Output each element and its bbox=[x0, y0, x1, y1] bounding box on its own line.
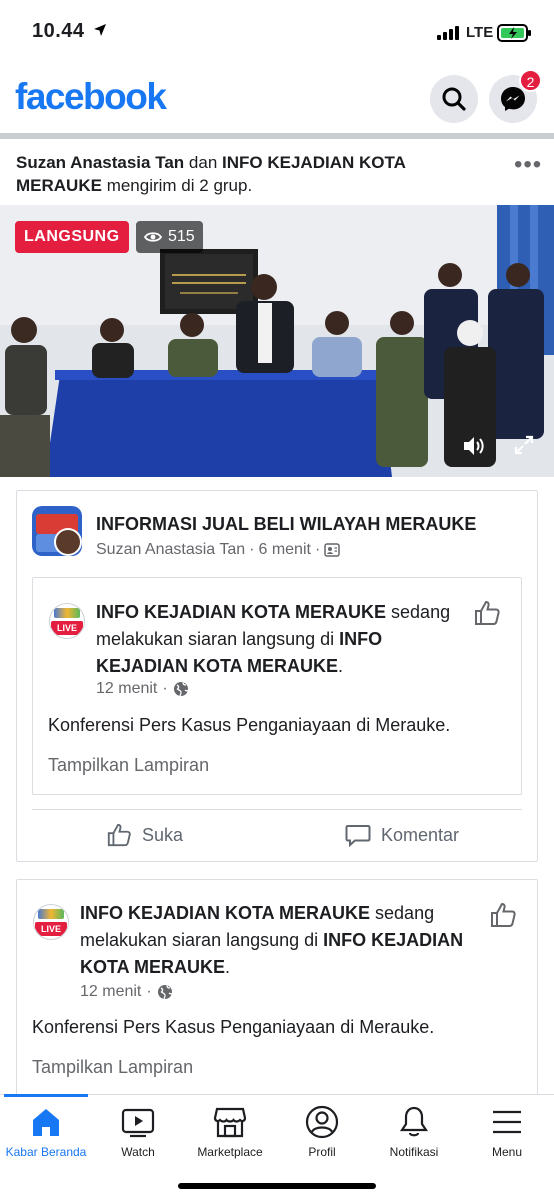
actor-name[interactable]: Suzan Anastasia Tan bbox=[16, 153, 184, 172]
comment-button[interactable]: Komentar bbox=[345, 822, 459, 848]
group-avatar[interactable] bbox=[32, 506, 84, 558]
tab-home[interactable]: Kabar Beranda bbox=[1, 1105, 91, 1159]
post-author[interactable]: Suzan Anastasia Tan bbox=[96, 541, 245, 559]
eye-icon bbox=[144, 232, 162, 242]
menu-icon bbox=[493, 1110, 521, 1134]
tab-label: Notifikasi bbox=[389, 1145, 439, 1159]
bell-icon bbox=[399, 1106, 429, 1137]
active-tab-indicator bbox=[4, 1094, 88, 1097]
like-label: Suka bbox=[142, 824, 184, 845]
tab-label: Kabar Beranda bbox=[5, 1145, 87, 1159]
home-indicator bbox=[178, 1183, 376, 1189]
tab-label: Watch bbox=[121, 1145, 155, 1159]
show-attachment-link[interactable]: Tampilkan Lampiran bbox=[32, 1057, 193, 1078]
group-audience-icon bbox=[324, 543, 341, 557]
search-icon bbox=[442, 87, 466, 111]
like-icon[interactable] bbox=[489, 901, 517, 934]
tab-menu[interactable]: Menu bbox=[462, 1105, 552, 1159]
shared-post-text: INFO KEJADIAN KOTA MERAUKE sedang melaku… bbox=[96, 602, 451, 676]
share-header: Suzan Anastasia Tan dan INFO KEJADIAN KO… bbox=[16, 151, 486, 197]
marketplace-icon bbox=[213, 1107, 247, 1138]
header-divider bbox=[0, 133, 554, 139]
location-arrow-icon bbox=[93, 23, 107, 42]
battery-icon bbox=[497, 23, 533, 48]
live-tag: LIVE bbox=[35, 922, 67, 936]
tab-profile[interactable]: Profil bbox=[277, 1105, 367, 1159]
like-button[interactable]: Suka bbox=[106, 822, 183, 848]
tab-label: Marketplace bbox=[197, 1145, 263, 1159]
live-post-meta: 12 menit · bbox=[80, 983, 173, 1001]
home-icon bbox=[33, 1109, 59, 1136]
post-time[interactable]: 6 menit bbox=[258, 541, 310, 559]
actions-divider bbox=[32, 809, 522, 810]
like-icon[interactable] bbox=[473, 599, 501, 632]
more-options-icon[interactable]: ••• bbox=[514, 153, 542, 177]
live-tag: LIVE bbox=[51, 621, 83, 635]
live-post-description: Konferensi Pers Kasus Penganiayaan di Me… bbox=[32, 1017, 435, 1037]
conj-text: dan bbox=[188, 153, 218, 172]
globe-icon bbox=[173, 682, 188, 697]
network-label: LTE bbox=[466, 24, 494, 41]
viewer-count-value: 515 bbox=[168, 228, 195, 245]
status-bar: 10.44 LTE bbox=[0, 0, 554, 66]
like-icon bbox=[107, 823, 131, 847]
signal-icon bbox=[437, 26, 461, 45]
status-time: 10.44 bbox=[32, 20, 85, 42]
post-meta: Suzan Anastasia Tan · 6 menit · bbox=[96, 541, 341, 559]
live-badge: LANGSUNG bbox=[15, 221, 129, 253]
tab-watch[interactable]: Watch bbox=[93, 1105, 183, 1159]
live-post-time[interactable]: 12 menit bbox=[80, 983, 141, 1001]
watch-icon bbox=[121, 1108, 155, 1138]
page-avatar[interactable]: LIVE bbox=[33, 904, 69, 940]
shared-page-name[interactable]: INFO KEJADIAN KOTA MERAUKE bbox=[96, 602, 386, 622]
tab-label: Profil bbox=[308, 1145, 336, 1159]
comment-label: Komentar bbox=[381, 824, 460, 845]
tab-notifications[interactable]: Notifikasi bbox=[369, 1105, 459, 1159]
live-page-name[interactable]: INFO KEJADIAN KOTA MERAUKE bbox=[80, 903, 370, 923]
search-button[interactable] bbox=[430, 75, 478, 123]
shared-post-time[interactable]: 12 menit bbox=[96, 680, 157, 698]
comment-icon bbox=[345, 825, 371, 848]
facebook-logo[interactable]: facebook bbox=[15, 76, 167, 118]
profile-icon bbox=[305, 1105, 339, 1139]
volume-icon[interactable] bbox=[461, 433, 487, 464]
shared-post-meta: 12 menit · bbox=[96, 680, 189, 698]
notification-badge: 2 bbox=[519, 69, 542, 92]
tab-label: Menu bbox=[491, 1145, 523, 1159]
page-avatar[interactable]: LIVE bbox=[49, 603, 85, 639]
fullscreen-icon[interactable] bbox=[512, 433, 536, 462]
post-group-name[interactable]: INFORMASI JUAL BELI WILAYAH MERAUKE bbox=[96, 514, 476, 535]
globe-icon bbox=[157, 985, 172, 1000]
viewer-count: 515 bbox=[136, 221, 203, 253]
tab-marketplace[interactable]: Marketplace bbox=[185, 1105, 275, 1159]
share-suffix: mengirim di 2 grup. bbox=[106, 176, 253, 195]
shared-post-description: Konferensi Pers Kasus Penganiayaan di Me… bbox=[48, 715, 451, 735]
live-post-text: INFO KEJADIAN KOTA MERAUKE sedang melaku… bbox=[80, 903, 464, 977]
show-attachment-link[interactable]: Tampilkan Lampiran bbox=[48, 755, 209, 776]
